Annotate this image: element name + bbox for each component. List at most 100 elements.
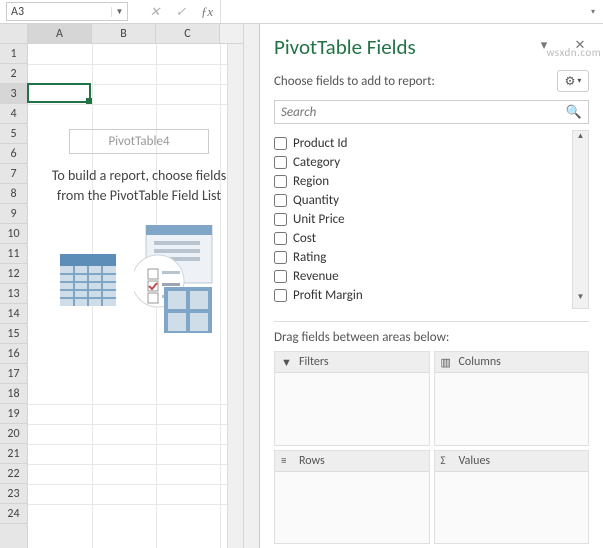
field-checkbox[interactable] xyxy=(274,251,287,264)
fields-list-scrollbar[interactable]: ▲ ▼ xyxy=(572,130,589,309)
row-header[interactable]: 15 xyxy=(0,324,27,344)
pivot-name-label: PivotTable4 xyxy=(69,129,209,154)
report-graphic-icon xyxy=(134,225,218,335)
pivot-placeholder-graphic xyxy=(40,225,238,335)
row-header[interactable]: 8 xyxy=(0,184,27,204)
name-box-value: A3 xyxy=(7,5,111,19)
search-box[interactable]: 🔍 xyxy=(274,100,589,124)
pivot-placeholder[interactable]: PivotTable4 To build a report, choose fi… xyxy=(40,129,238,335)
row-header[interactable]: 7 xyxy=(0,164,27,184)
row-header[interactable]: 11 xyxy=(0,244,27,264)
name-box[interactable]: A3 ▼ xyxy=(6,2,128,21)
field-label: Profit Margin xyxy=(293,288,363,303)
row-header[interactable]: 10 xyxy=(0,224,27,244)
field-item[interactable]: Category xyxy=(274,153,568,172)
field-label: Revenue xyxy=(293,269,339,284)
row-header[interactable]: 20 xyxy=(0,424,27,444)
gear-icon: ⚙ xyxy=(565,74,576,89)
row-header[interactable]: 1 xyxy=(0,44,27,64)
col-header-a[interactable]: A xyxy=(28,24,92,43)
values-icon: Σ xyxy=(441,454,455,467)
row-header[interactable]: 23 xyxy=(0,484,27,504)
row-header[interactable]: 3 xyxy=(0,84,27,104)
field-item[interactable]: Rating xyxy=(274,248,568,267)
row-header[interactable]: 13 xyxy=(0,284,27,304)
scroll-down-icon[interactable]: ▼ xyxy=(573,292,588,308)
field-item[interactable]: Quantity xyxy=(274,191,568,210)
row-header[interactable]: 22 xyxy=(0,464,27,484)
grid-body: 1 2 3 4 5 6 7 8 9 10 11 12 13 14 15 16 1… xyxy=(0,44,243,548)
pivot-instruction-text: To build a report, choose fields from th… xyxy=(40,166,238,207)
insert-function-icon[interactable]: ƒx xyxy=(194,0,220,23)
field-label: Cost xyxy=(293,231,316,246)
field-label: Unit Price xyxy=(293,212,345,227)
formula-bar-input[interactable] xyxy=(220,0,583,23)
rows-area[interactable]: ≡ Rows xyxy=(274,450,430,545)
field-item[interactable]: Profit Margin xyxy=(274,286,568,305)
row-header[interactable]: 4 xyxy=(0,104,27,124)
search-input[interactable] xyxy=(281,105,566,120)
formula-bar-expand-icon[interactable]: ▾ xyxy=(583,0,603,23)
row-header[interactable]: 18 xyxy=(0,384,27,404)
choose-fields-label: Choose fields to add to report: xyxy=(274,74,557,89)
scroll-up-icon[interactable]: ▲ xyxy=(573,131,588,147)
watermark-text: wsxdn.com xyxy=(547,46,601,59)
columns-icon: ▥ xyxy=(441,356,455,369)
field-checkbox[interactable] xyxy=(274,270,287,283)
pane-separator[interactable] xyxy=(244,24,260,548)
field-checkbox[interactable] xyxy=(274,289,287,302)
row-header[interactable]: 17 xyxy=(0,364,27,384)
columns-area[interactable]: ▥ Columns xyxy=(434,351,590,446)
row-header[interactable]: 6 xyxy=(0,144,27,164)
worksheet-area: A B C 1 2 3 4 5 6 7 8 9 10 11 12 13 14 1… xyxy=(0,24,244,548)
select-all-corner[interactable] xyxy=(0,24,28,43)
formula-cancel-icon: ✕ xyxy=(142,0,168,23)
column-headers: A B C xyxy=(0,24,243,44)
table-graphic-icon xyxy=(60,254,116,306)
field-label: Region xyxy=(293,174,329,189)
fields-list: Product Id Category Region Quantity Unit… xyxy=(274,130,568,309)
drag-areas-label: Drag fields between areas below: xyxy=(274,330,589,345)
main-area: A B C 1 2 3 4 5 6 7 8 9 10 11 12 13 14 1… xyxy=(0,24,603,548)
field-checkbox[interactable] xyxy=(274,175,287,188)
name-box-dropdown-icon[interactable]: ▼ xyxy=(111,7,127,17)
cells-region[interactable]: PivotTable4 To build a report, choose fi… xyxy=(28,44,243,548)
row-header[interactable]: 19 xyxy=(0,404,27,424)
pivottable-fields-pane: wsxdn.com PivotTable Fields ▾ ✕ Choose f… xyxy=(260,24,603,548)
formula-enter-icon: ✓ xyxy=(168,0,194,23)
filters-area[interactable]: ▼ Filters xyxy=(274,351,430,446)
field-item[interactable]: Unit Price xyxy=(274,210,568,229)
filters-label: Filters xyxy=(299,355,329,369)
search-icon: 🔍 xyxy=(566,105,582,120)
row-header[interactable]: 24 xyxy=(0,504,27,524)
field-checkbox[interactable] xyxy=(274,213,287,226)
values-label: Values xyxy=(459,454,491,468)
rows-label: Rows xyxy=(299,454,325,468)
col-header-c[interactable]: C xyxy=(156,24,220,43)
field-checkbox[interactable] xyxy=(274,156,287,169)
columns-label: Columns xyxy=(459,355,501,369)
row-header[interactable]: 12 xyxy=(0,264,27,284)
row-header[interactable]: 14 xyxy=(0,304,27,324)
worksheet-scrollbar[interactable] xyxy=(227,44,243,548)
field-checkbox[interactable] xyxy=(274,194,287,207)
row-header[interactable]: 5 xyxy=(0,124,27,144)
layout-options-button[interactable]: ⚙ ▾ xyxy=(557,70,589,92)
field-checkbox[interactable] xyxy=(274,232,287,245)
row-header[interactable]: 9 xyxy=(0,204,27,224)
field-checkbox[interactable] xyxy=(274,137,287,150)
col-header-b[interactable]: B xyxy=(92,24,156,43)
chevron-down-icon: ▾ xyxy=(577,76,581,86)
row-header[interactable]: 21 xyxy=(0,444,27,464)
field-item[interactable]: Region xyxy=(274,172,568,191)
row-header[interactable]: 16 xyxy=(0,344,27,364)
field-item[interactable]: Product Id xyxy=(274,134,568,153)
field-label: Quantity xyxy=(293,193,339,208)
namebox-formula-bar: A3 ▼ ✕ ✓ ƒx ▾ xyxy=(0,0,603,24)
field-label: Rating xyxy=(293,250,326,265)
row-header[interactable]: 2 xyxy=(0,64,27,84)
field-item[interactable]: Cost xyxy=(274,229,568,248)
field-label: Category xyxy=(293,155,340,170)
field-item[interactable]: Revenue xyxy=(274,267,568,286)
values-area[interactable]: Σ Values xyxy=(434,450,590,545)
